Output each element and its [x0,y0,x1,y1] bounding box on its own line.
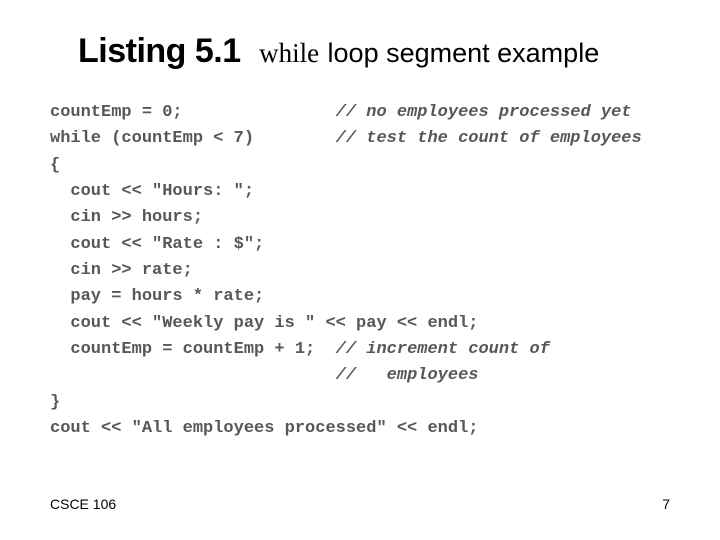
code-line: cout << "Hours: "; [50,182,254,201]
code-comment: // test the count of employees [336,129,642,148]
code-line: pay = hours * rate; [50,287,264,306]
code-line: countEmp = 0; [50,103,336,122]
code-line: cout << "Rate : $"; [50,235,264,254]
title-listing: Listing 5.1 [78,32,241,70]
slide-title: Listing 5.1 while loop segment example [78,32,680,71]
title-rest: loop segment example [328,38,600,68]
footer-course: CSCE 106 [50,496,116,512]
code-line: cin >> rate; [50,261,193,280]
title-while-keyword: while [259,38,319,68]
code-line: cout << "Weekly pay is " << pay << endl; [50,314,478,333]
code-comment: // employees [336,366,479,385]
code-line: } [50,393,60,412]
slide: Listing 5.1 while loop segment example c… [0,0,720,540]
code-line: cout << "All employees processed" << end… [50,419,478,438]
code-block: countEmp = 0; // no employees processed … [50,100,700,442]
code-line: countEmp = countEmp + 1; [50,340,336,359]
code-line [50,366,336,385]
code-line: { [50,156,60,175]
code-line: while (countEmp < 7) [50,129,336,148]
code-line: cin >> hours; [50,208,203,227]
code-comment: // increment count of [336,340,550,359]
footer-page-number: 7 [662,496,670,512]
code-comment: // no employees processed yet [336,103,632,122]
